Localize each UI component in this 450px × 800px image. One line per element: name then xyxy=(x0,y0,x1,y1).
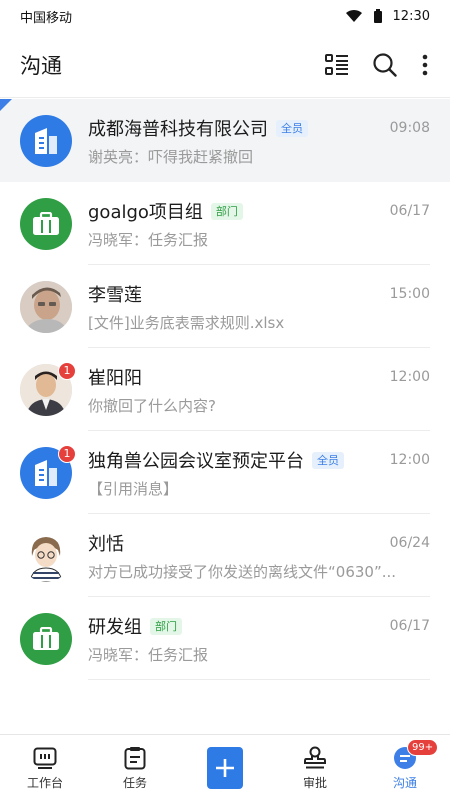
message-preview: 对方已成功接受了你发送的离线文件“0630”... xyxy=(88,563,397,581)
page-title: 沟通 xyxy=(20,53,62,78)
message-preview: 谢英亮：吓得我赶紧撤回 xyxy=(88,148,254,166)
task-clipboard-icon xyxy=(124,746,146,769)
tag-badge: 全员 xyxy=(312,451,344,469)
battery-icon xyxy=(373,9,382,23)
message-preview: [文件]业务底表需求规则.xlsx xyxy=(88,314,285,332)
workbench-icon xyxy=(33,747,57,769)
conversation-row[interactable]: 成都海普科技有限公司 全员 09:08 谢英亮：吓得我赶紧撤回 xyxy=(0,99,450,182)
unread-count-badge: 99+ xyxy=(407,739,439,756)
conversation-name: 独角兽公园会议室预定平台 xyxy=(88,451,304,472)
avatar xyxy=(20,280,72,333)
tab-label: 工作台 xyxy=(26,775,63,790)
tab-label: 审批 xyxy=(302,775,327,790)
conversation-row[interactable]: 1 独角兽公园会议室预定平台 全员 12:00 【引用消息】 xyxy=(0,431,450,514)
timestamp: 06/17 xyxy=(389,618,430,634)
conversation-name: 刘恬 xyxy=(88,534,124,555)
pinned-indicator xyxy=(0,99,12,111)
more-vertical-icon xyxy=(422,54,428,75)
conversation-row[interactable]: 刘恬 06/24 对方已成功接受了你发送的离线文件“0630”... xyxy=(0,514,450,597)
timestamp: 12:00 xyxy=(389,369,430,385)
tag-badge: 全员 xyxy=(276,119,308,137)
conversation-list: 成都海普科技有限公司 全员 09:08 谢英亮：吓得我赶紧撤回 goalgo项目… xyxy=(0,99,450,680)
list-icon xyxy=(325,53,348,75)
carrier-label: 中国移动 xyxy=(20,10,73,26)
list-view-button[interactable] xyxy=(324,52,350,78)
status-icons: 12:30 xyxy=(345,9,430,24)
tab-chat[interactable]: 沟通 99+ xyxy=(360,735,450,800)
avatar xyxy=(20,114,72,167)
tab-tasks[interactable]: 任务 xyxy=(90,735,180,800)
plus-icon xyxy=(216,758,234,777)
tab-approval[interactable]: 审批 xyxy=(270,735,360,800)
conversation-name: 李雪莲 xyxy=(88,285,142,306)
conversation-name: 研发组 xyxy=(88,617,142,638)
conversation-name: goalgo项目组 xyxy=(88,202,203,223)
conversation-row[interactable]: 研发组 部门 06/17 冯晓军：任务汇报 xyxy=(0,597,450,680)
user-photo-icon xyxy=(20,280,72,333)
timestamp: 15:00 xyxy=(389,286,430,302)
conversation-row[interactable]: 李雪莲 15:00 [文件]业务底表需求规则.xlsx xyxy=(0,265,450,348)
tag-badge: 部门 xyxy=(210,202,243,220)
tab-workbench[interactable]: 工作台 xyxy=(0,735,90,800)
search-icon xyxy=(373,52,397,77)
unread-badge: 1 xyxy=(58,444,76,463)
approval-stamp-icon xyxy=(304,746,326,768)
avatar xyxy=(20,197,72,250)
briefcase-icon xyxy=(33,211,59,235)
status-bar: 中国移动 12:30 xyxy=(0,0,450,32)
add-button[interactable] xyxy=(180,735,270,800)
briefcase-icon xyxy=(33,626,59,650)
avatar xyxy=(20,529,72,582)
user-illustration-icon xyxy=(20,529,72,582)
unread-badge: 1 xyxy=(58,361,76,380)
conversation-name: 成都海普科技有限公司 xyxy=(88,119,268,140)
timestamp: 12:00 xyxy=(389,452,430,468)
avatar xyxy=(20,612,72,665)
conversation-name: 崔阳阳 xyxy=(88,368,142,389)
timestamp: 09:08 xyxy=(389,120,430,136)
message-preview: 冯晓军：任务汇报 xyxy=(88,646,209,664)
status-time: 12:30 xyxy=(392,8,430,24)
bottom-tab-bar: 工作台 任务 审批 沟通 99+ xyxy=(0,734,450,800)
tab-label: 沟通 xyxy=(392,775,417,790)
building-icon xyxy=(35,459,57,486)
more-button[interactable] xyxy=(420,52,430,78)
conversation-row[interactable]: 1 崔阳阳 12:00 你撤回了什么内容? xyxy=(0,348,450,431)
tab-label: 任务 xyxy=(122,775,147,790)
timestamp: 06/24 xyxy=(389,535,430,551)
message-preview: 冯晓军：任务汇报 xyxy=(88,231,209,249)
timestamp: 06/17 xyxy=(389,203,430,219)
wifi-icon xyxy=(345,9,362,22)
message-preview: 【引用消息】 xyxy=(88,480,179,498)
conversation-row[interactable]: goalgo项目组 部门 06/17 冯晓军：任务汇报 xyxy=(0,182,450,265)
search-button[interactable] xyxy=(372,52,398,78)
tag-badge: 部门 xyxy=(150,617,182,635)
app-header: 沟通 xyxy=(0,32,450,98)
message-preview: 你撤回了什么内容? xyxy=(88,397,216,415)
building-icon xyxy=(35,127,57,154)
